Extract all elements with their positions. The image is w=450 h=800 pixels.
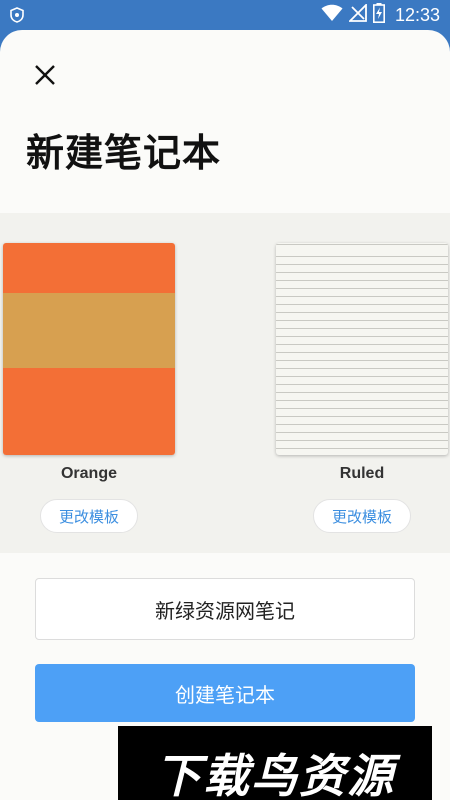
close-icon bbox=[34, 64, 56, 90]
cover-band bbox=[3, 368, 175, 455]
create-notebook-button[interactable]: 创建笔记本 bbox=[35, 664, 415, 722]
cover-band bbox=[3, 293, 175, 368]
template-name: Ruled bbox=[339, 465, 385, 482]
page-title: 新建笔记本 bbox=[26, 131, 222, 175]
shield-icon bbox=[10, 7, 24, 23]
notebook-name-input[interactable] bbox=[35, 578, 415, 640]
no-signal-icon bbox=[347, 2, 367, 26]
wifi-icon bbox=[321, 4, 343, 26]
watermark-banner: 下载鸟资源 bbox=[118, 726, 432, 800]
new-notebook-sheet: 新建笔记本 Orange 更改模板 Ruled 更改模板 创建笔记本 下载鸟资源 bbox=[0, 30, 450, 800]
change-template-button[interactable]: 更改模板 bbox=[313, 499, 411, 533]
template-name: Orange bbox=[60, 465, 117, 482]
change-template-button[interactable]: 更改模板 bbox=[40, 499, 138, 533]
template-cover-orange[interactable] bbox=[3, 243, 175, 455]
battery-charging-icon bbox=[372, 3, 385, 27]
status-bar: 12:33 bbox=[0, 0, 450, 30]
close-button[interactable] bbox=[30, 62, 60, 92]
template-cover-ruled[interactable] bbox=[276, 243, 448, 455]
template-carousel[interactable]: Orange 更改模板 Ruled 更改模板 bbox=[0, 213, 450, 553]
clock: 12:33 bbox=[394, 4, 440, 25]
cover-band bbox=[3, 243, 175, 293]
